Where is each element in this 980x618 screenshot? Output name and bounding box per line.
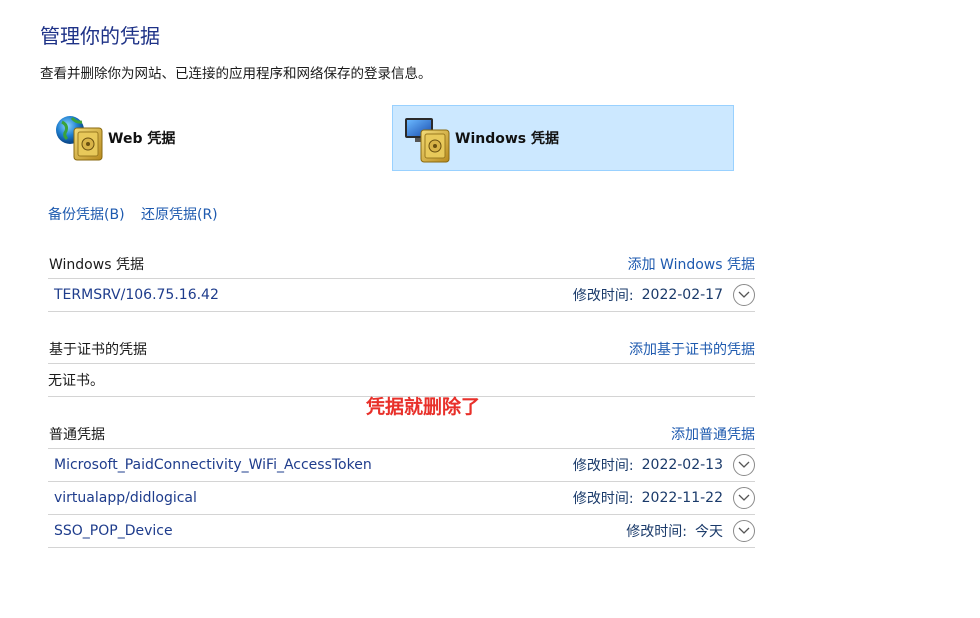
section-header: 基于证书的凭据 添加基于证书的凭据 [48, 334, 755, 364]
credential-row[interactable]: virtualapp/didlogical 修改时间: 2022-11-22 [48, 482, 755, 515]
windows-credentials-section: Windows 凭据 添加 Windows 凭据 TERMSRV/106.75.… [48, 249, 755, 312]
generic-credentials-section: 普通凭据 添加普通凭据 Microsoft_PaidConnectivity_W… [48, 419, 755, 548]
add-certificate-credential-link[interactable]: 添加基于证书的凭据 [629, 339, 755, 359]
certificate-credentials-section: 基于证书的凭据 添加基于证书的凭据 无证书。 [48, 334, 755, 397]
modified-date: 2022-02-17 [641, 287, 723, 303]
page-title: 管理你的凭据 [40, 24, 160, 48]
modified-label: 修改时间: [572, 288, 634, 304]
annotation-text: 凭据就删除了 [366, 396, 481, 418]
web-credentials-tab[interactable]: Web 凭据 [52, 105, 372, 171]
expand-chevron-icon[interactable] [733, 487, 755, 509]
credential-row[interactable]: SSO_POP_Device 修改时间: 今天 [48, 515, 755, 548]
modified-label: 修改时间: [572, 458, 634, 474]
web-credentials-icon [52, 108, 108, 168]
section-header: 普通凭据 添加普通凭据 [48, 419, 755, 449]
windows-credentials-icon [403, 108, 455, 168]
credential-name: SSO_POP_Device [54, 523, 173, 539]
modified-date: 2022-02-13 [641, 457, 723, 473]
modified-date: 今天 [695, 524, 723, 540]
section-title: 普通凭据 [49, 426, 105, 443]
credential-name: virtualapp/didlogical [54, 490, 197, 506]
expand-chevron-icon[interactable] [733, 284, 755, 306]
credential-name: Microsoft_PaidConnectivity_WiFi_AccessTo… [54, 457, 372, 473]
backup-restore-links: 备份凭据(B) 还原凭据(R) [48, 204, 230, 224]
windows-credentials-label: Windows 凭据 [455, 131, 559, 147]
credential-row[interactable]: TERMSRV/106.75.16.42 修改时间: 2022-02-17 [48, 279, 755, 312]
section-title: 基于证书的凭据 [49, 341, 147, 358]
add-windows-credential-link[interactable]: 添加 Windows 凭据 [628, 254, 755, 274]
expand-chevron-icon[interactable] [733, 454, 755, 476]
page-description: 查看并删除你为网站、已连接的应用程序和网络保存的登录信息。 [40, 66, 432, 82]
credential-name: TERMSRV/106.75.16.42 [54, 287, 219, 303]
add-generic-credential-link[interactable]: 添加普通凭据 [671, 424, 755, 444]
web-credentials-label: Web 凭据 [108, 131, 176, 147]
expand-chevron-icon[interactable] [733, 520, 755, 542]
windows-credentials-tab[interactable]: Windows 凭据 [392, 105, 734, 171]
modified-label: 修改时间: [626, 524, 687, 540]
modified-date: 2022-11-22 [641, 490, 723, 506]
section-header: Windows 凭据 添加 Windows 凭据 [48, 249, 755, 279]
credential-row[interactable]: Microsoft_PaidConnectivity_WiFi_AccessTo… [48, 449, 755, 482]
backup-credentials-link[interactable]: 备份凭据(B) [48, 207, 125, 223]
modified-label: 修改时间: [572, 491, 634, 507]
restore-credentials-link[interactable]: 还原凭据(R) [141, 207, 218, 223]
section-title: Windows 凭据 [49, 256, 144, 273]
